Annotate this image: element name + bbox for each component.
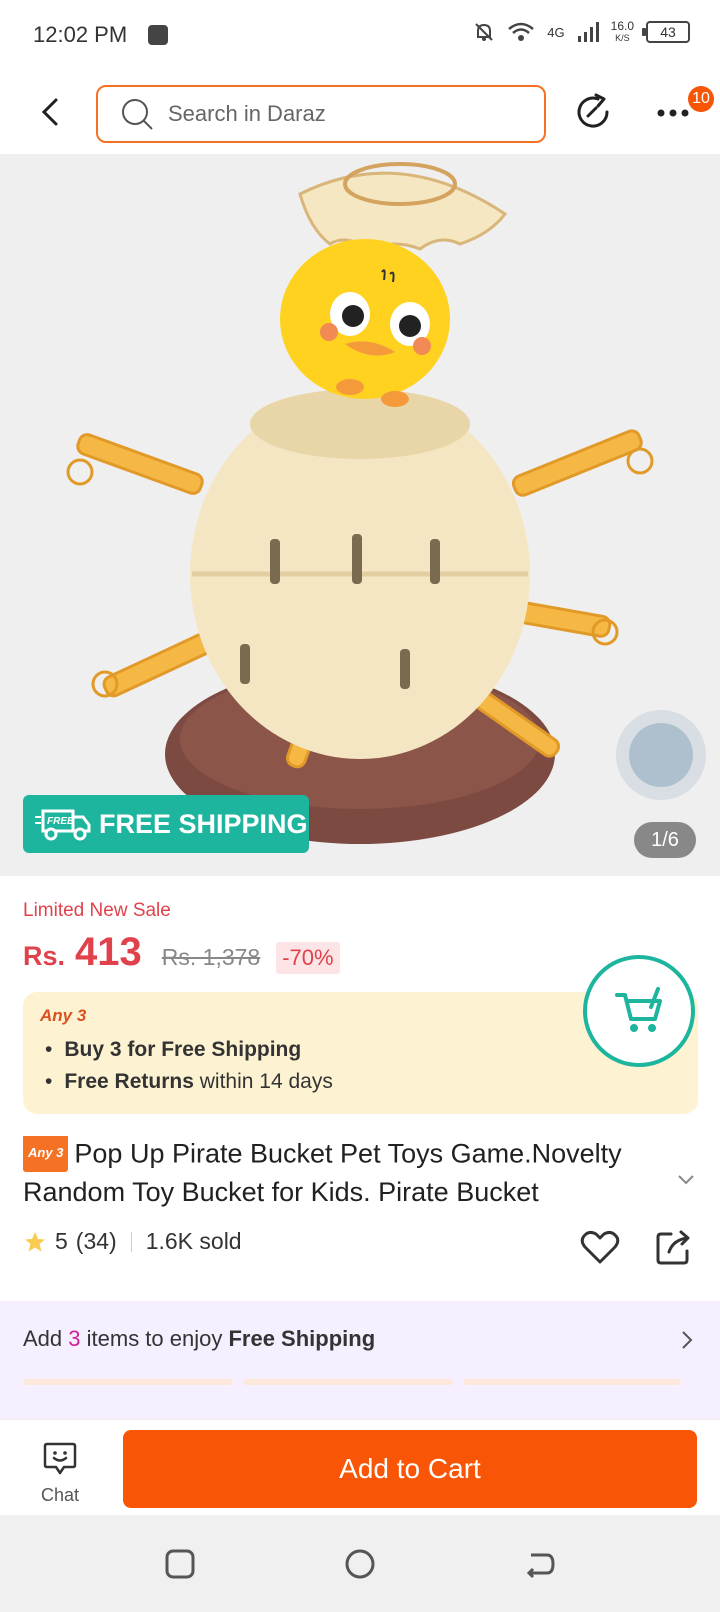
search-bar[interactable]	[96, 85, 546, 143]
bottom-action-bar: Chat Add to Cart	[0, 1419, 720, 1515]
status-time: 12:02 PM	[33, 22, 128, 47]
image-counter: 1/6	[634, 822, 696, 858]
wifi-icon	[508, 22, 535, 41]
chat-label: Chat	[40, 1485, 80, 1505]
truck-free-text: FREE	[47, 816, 74, 827]
discount-badge: -70%	[276, 942, 340, 974]
review-count: (34)	[75, 1228, 117, 1254]
battery-indicator: 43	[642, 21, 690, 43]
network-type: 4G	[547, 24, 565, 40]
search-input[interactable]	[168, 101, 528, 127]
floating-dot-inner	[629, 723, 693, 787]
delivery-truck-icon: FREE	[35, 809, 91, 841]
rating-row[interactable]: 5 (34) 1.6K sold	[23, 1228, 242, 1255]
free-shipping-prompt[interactable]: Add 3 items to enjoy Free Shipping	[0, 1301, 720, 1419]
share-circle-icon	[577, 93, 609, 128]
heart-icon[interactable]	[579, 1226, 621, 1268]
chat-icon	[43, 1442, 77, 1475]
top-header	[0, 72, 720, 154]
cart-icon	[615, 987, 662, 1032]
product-title-text: Pop Up Pirate Bucket Pet Toys Game.Novel…	[23, 1138, 622, 1207]
back-button[interactable]	[30, 92, 70, 132]
product-image-carousel[interactable]: FREE FREE SHIPPING 1/6	[0, 154, 720, 876]
floating-cart-button[interactable]	[583, 955, 695, 1067]
status-bar: 12:02 PM 4G 16.0 K/S 43	[0, 0, 720, 72]
signal-icon	[577, 22, 599, 42]
star-icon	[25, 1231, 45, 1251]
sold-count: 1.6K sold	[145, 1228, 242, 1254]
search-icon	[122, 99, 153, 130]
promo-item: • Buy 3 for Free Shipping	[45, 1038, 302, 1061]
cart-count-badge: 10	[688, 86, 714, 112]
add-to-cart-button[interactable]: Add to Cart	[123, 1430, 697, 1508]
product-title[interactable]: Any 3 Pop Up Pirate Bucket Pet Toys Game.…	[23, 1136, 663, 1210]
recent-apps-icon[interactable]	[163, 1547, 197, 1581]
share-icon[interactable]	[653, 1226, 695, 1268]
chevron-left-icon	[41, 98, 58, 126]
promo-tag: Any 3	[40, 1006, 87, 1025]
more-options-button[interactable]	[652, 94, 692, 134]
free-shipping-label: FREE SHIPPING	[99, 808, 308, 839]
original-price: Rs. 1,378	[161, 944, 261, 970]
net-speed: 16.0 K/S	[610, 19, 634, 43]
share-top-button[interactable]	[574, 92, 616, 134]
progress-segment	[463, 1379, 681, 1385]
more-dots-icon	[657, 109, 689, 117]
system-nav-bar	[0, 1515, 720, 1612]
chat-button[interactable]: Chat	[28, 1440, 92, 1510]
status-icons: 4G 16.0 K/S 43	[473, 20, 690, 44]
sale-label: Limited New Sale	[23, 900, 171, 921]
divider	[130, 1231, 132, 1252]
home-icon[interactable]	[343, 1547, 377, 1581]
app-notification-icon	[148, 25, 168, 45]
mute-bell-icon	[475, 23, 494, 41]
price-currency: Rs.	[23, 941, 66, 971]
chevron-right-icon	[682, 1331, 693, 1349]
price-row: Rs. 413 Rs. 1,378 -70%	[23, 930, 340, 975]
product-info-section: Limited New Sale Rs. 413 Rs. 1,378 -70% …	[0, 876, 720, 1306]
chevron-down-icon[interactable]	[676, 1169, 696, 1189]
promo-item: • Free Returns within 14 days	[45, 1070, 333, 1093]
current-price: 413	[75, 930, 142, 974]
rating-value: 5	[55, 1228, 68, 1254]
items-needed-count: 3	[68, 1326, 81, 1351]
floating-assistant-button[interactable]	[616, 710, 706, 800]
free-shipping-prompt-text: Add 3 items to enjoy Free Shipping	[23, 1326, 376, 1351]
free-shipping-badge: FREE FREE SHIPPING	[23, 795, 309, 853]
any3-badge: Any 3	[23, 1136, 69, 1172]
progress-segment	[243, 1379, 453, 1385]
progress-segment	[23, 1379, 233, 1385]
product-image	[66, 162, 654, 844]
back-nav-icon[interactable]	[523, 1547, 557, 1581]
